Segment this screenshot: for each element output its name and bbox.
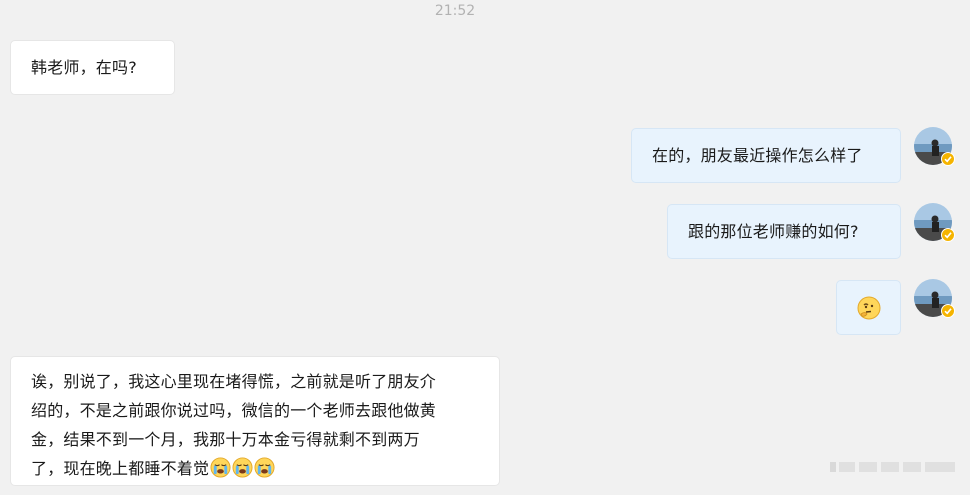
message-bubble-outgoing[interactable]	[836, 280, 901, 335]
message-line: 诶，别说了，我这心里现在堵得慌，之前就是听了朋友介	[31, 372, 437, 391]
message-line: 金，结果不到一个月，我那十万本金亏得就剩不到两万	[31, 430, 420, 449]
verified-badge-icon	[941, 304, 955, 318]
message-text: 了，现在晚上都睡不着觉	[31, 459, 210, 478]
message-timestamp: 21:52	[434, 3, 476, 19]
thinking-face-emoji	[857, 296, 881, 320]
message-text: 韩老师，在吗?	[31, 58, 137, 77]
crying-face-emoji	[210, 457, 231, 478]
message-text: 跟的那位老师赚的如何?	[688, 222, 859, 241]
message-line: 绍的，不是之前跟你说过吗，微信的一个老师去跟他做黄	[31, 401, 437, 420]
crying-face-emoji	[232, 457, 253, 478]
message-bubble-incoming[interactable]: 诶，别说了，我这心里现在堵得慌，之前就是听了朋友介 绍的，不是之前跟你说过吗，微…	[10, 356, 500, 486]
message-line: 了，现在晚上都睡不着觉	[31, 454, 479, 483]
avatar[interactable]	[914, 279, 955, 318]
verified-badge-icon	[941, 228, 955, 242]
avatar[interactable]	[914, 127, 955, 166]
avatar[interactable]	[914, 203, 955, 242]
crying-face-emoji	[254, 457, 275, 478]
message-bubble-incoming[interactable]: 韩老师，在吗?	[10, 40, 175, 95]
message-text: 在的，朋友最近操作怎么样了	[652, 146, 863, 165]
watermark-graphic	[830, 462, 955, 472]
verified-badge-icon	[941, 152, 955, 166]
chat-window: 21:52 韩老师，在吗? 在的，朋友最近操作怎么样了 跟的那位老师赚的如何?	[0, 0, 970, 495]
message-bubble-outgoing[interactable]: 在的，朋友最近操作怎么样了	[631, 128, 901, 183]
message-bubble-outgoing[interactable]: 跟的那位老师赚的如何?	[667, 204, 901, 259]
